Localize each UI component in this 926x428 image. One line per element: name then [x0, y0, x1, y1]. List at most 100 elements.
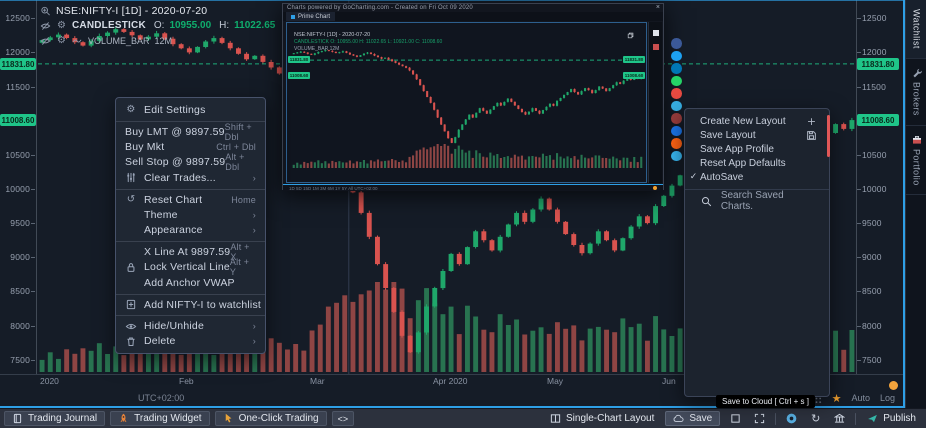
context-menu-item[interactable]: Theme › [116, 207, 265, 223]
price-tick-label: 7500 [862, 355, 898, 365]
price-tick-label: 12000 [0, 47, 30, 57]
toolbar-button[interactable] [831, 411, 848, 426]
reddit-share-icon[interactable] [671, 138, 682, 149]
toolbar-button[interactable] [751, 411, 768, 426]
saved-chart-item[interactable] [685, 255, 829, 269]
star-icon[interactable]: ★ [832, 393, 842, 404]
eye-off-icon[interactable] [40, 36, 51, 46]
saved-chart-item[interactable] [685, 363, 829, 377]
saved-chart-item[interactable] [685, 350, 829, 364]
pinterest-share-icon[interactable] [671, 88, 682, 99]
copy-icon[interactable] [627, 32, 634, 39]
email-share-icon[interactable] [671, 113, 682, 124]
side-tab-strip: Watchlist Brokers Portfolio [905, 0, 926, 408]
scrollbar-thumb[interactable] [827, 115, 830, 157]
square-icon [730, 413, 741, 424]
side-tab[interactable]: Brokers [906, 59, 926, 126]
saved-chart-item[interactable] [685, 215, 829, 229]
gear-icon[interactable]: ⚙ [56, 21, 67, 31]
magnifier-plus-icon[interactable] [40, 6, 51, 16]
side-tab[interactable]: Portfolio [906, 126, 926, 196]
toolbar-button[interactable]: Trading Journal [4, 411, 105, 426]
auto-scale-toggle[interactable]: Auto [851, 393, 870, 403]
context-menu-item[interactable]: Delete › [116, 334, 265, 350]
layout-menu-item[interactable]: Save Layout [685, 129, 829, 143]
saved-chart-item[interactable] [685, 228, 829, 242]
saved-chart-item[interactable] [685, 309, 829, 323]
context-menu-item[interactable]: Sell Stop @ 9897.59 Alt + Dbl [116, 155, 265, 171]
price-badge: 11831.80 [857, 58, 899, 70]
layout-menu-item[interactable]: Save App Profile [685, 143, 829, 157]
toolbar-button[interactable]: ↻ [807, 411, 824, 426]
search-placeholder: Search Saved Charts. [721, 190, 817, 212]
context-menu-item[interactable]: Appearance › [116, 223, 265, 239]
telegram-share-icon[interactable] [671, 101, 682, 112]
wave-icon [72, 36, 83, 46]
context-menu-item[interactable]: Lock Vertical Line Alt + Y [116, 260, 265, 276]
popup-symbol-title: NSE:NIFTY-I [1D] - 2020-07-20 [294, 32, 370, 38]
saved-chart-item[interactable] [685, 336, 829, 350]
context-menu-item[interactable]: Clear Trades... › [116, 170, 265, 186]
toolbar-button[interactable] [775, 413, 776, 425]
toolbar-button[interactable]: Save [665, 411, 720, 426]
saved-chart-item[interactable] [685, 242, 829, 256]
context-menu-item[interactable]: Add NIFTY-I to watchlist [116, 294, 265, 313]
month-label: Mar [310, 376, 325, 386]
toolbar-button[interactable] [855, 413, 856, 425]
cloud-icon [673, 413, 684, 424]
toolbar-button[interactable]: One-Click Trading [215, 411, 327, 426]
layout-menu-item[interactable]: Create New Layout + [685, 115, 829, 129]
timezone-label[interactable]: UTC+02:00 [138, 393, 184, 403]
price-tick-label: 8000 [862, 321, 898, 331]
watchlist-add-icon [125, 299, 137, 310]
context-menu-item[interactable]: Add Anchor VWAP [116, 275, 265, 291]
price-tick-label: 10500 [0, 150, 30, 160]
close-icon[interactable]: × [656, 4, 660, 11]
context-menu-item[interactable]: Hide/Unhide › [116, 315, 265, 334]
eye-off-icon[interactable] [40, 21, 51, 31]
saved-chart-item[interactable] [685, 377, 829, 391]
bottom-toolbar-left: Trading Journal Trading Widget One-Click… [0, 411, 354, 426]
layout-menu-item[interactable]: ✓ AutoSave [685, 170, 829, 184]
gear-icon[interactable]: ⚙ [56, 36, 67, 46]
skype-share-icon[interactable] [671, 151, 682, 162]
toolbar-button[interactable] [727, 411, 744, 426]
toolbar-button[interactable]: Publish [863, 411, 920, 426]
search-icon [701, 196, 712, 207]
indicator-name: CANDLESTICK [72, 20, 146, 31]
trash-icon [125, 336, 137, 347]
context-menu-item[interactable]: ⚙ Edit Settings [116, 102, 265, 118]
log-scale-toggle[interactable]: Log [880, 393, 895, 403]
layout-menu-item[interactable]: Reset App Defaults [685, 156, 829, 170]
side-tab[interactable]: Watchlist [906, 0, 926, 59]
toolbar-button[interactable] [783, 411, 800, 426]
linkedin-share-icon[interactable] [671, 63, 682, 74]
toolbar-button[interactable]: Trading Widget [110, 411, 209, 426]
volume-value: 12M [155, 36, 173, 46]
toolbar-button[interactable]: <> [332, 411, 355, 426]
twitter-share-icon[interactable] [671, 51, 682, 62]
context-menu-item[interactable]: Buy LMT @ 9897.59 Shift + Dbl [116, 121, 265, 140]
plus-icon: + [806, 116, 817, 127]
toolbar-button[interactable]: Single-Chart Layout [546, 411, 658, 426]
saved-chart-item[interactable] [685, 282, 829, 296]
side-tab-label: Watchlist [912, 9, 922, 49]
saved-chart-item[interactable] [685, 296, 829, 310]
notification-dot[interactable] [889, 381, 898, 390]
popup-indicator-line: CANDLESTICK O: 10955.00 H: 11022.65 L: 1… [294, 39, 442, 45]
layout-menu-items: Create New Layout + Save Layout Save App… [685, 115, 829, 184]
month-label: Jun [662, 376, 676, 386]
popup-tab[interactable]: Prime Chart [286, 12, 335, 21]
popup-tab-row: Prime Chart [283, 12, 663, 21]
saved-chart-item[interactable] [685, 269, 829, 283]
saved-chart-item[interactable] [685, 323, 829, 337]
facebook-share-icon[interactable] [671, 38, 682, 49]
high-label: H: [219, 20, 229, 31]
messenger-share-icon[interactable] [671, 126, 682, 137]
saved-charts-search[interactable]: Search Saved Charts. [685, 189, 829, 213]
month-label: Apr 2020 [433, 376, 468, 386]
whatsapp-share-icon[interactable] [671, 76, 682, 87]
share-chart-popup[interactable]: Charts powered by GoCharting.com - Creat… [282, 3, 664, 190]
symbol-title[interactable]: NSE:NIFTY-I [1D] - 2020-07-20 [56, 5, 207, 17]
context-menu-item[interactable]: ↺ Reset Chart Home [116, 189, 265, 208]
